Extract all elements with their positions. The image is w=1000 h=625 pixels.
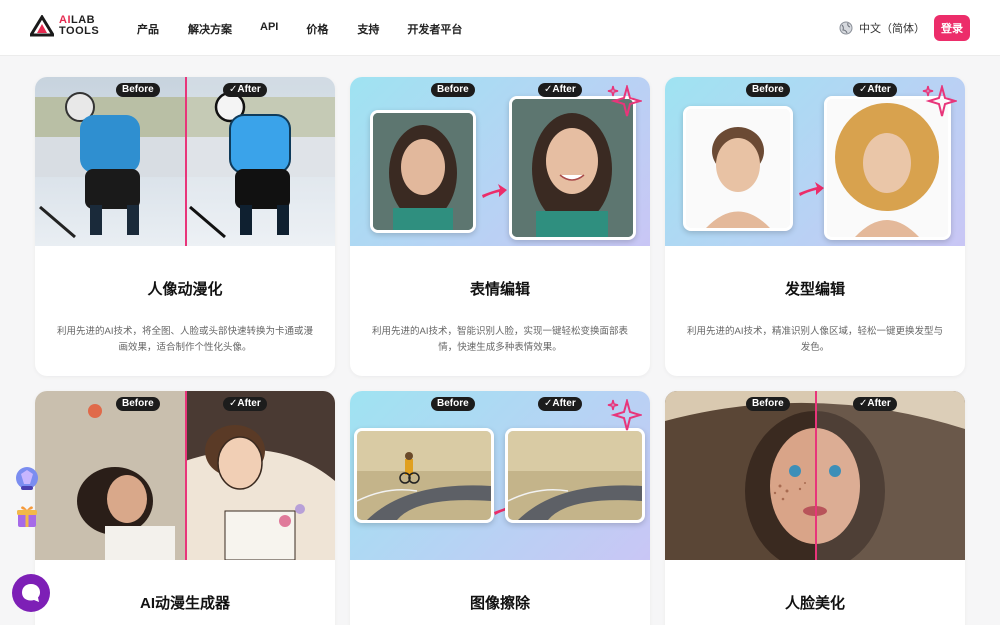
brand-logo[interactable]: AILAB TOOLS xyxy=(30,15,99,37)
gift-button[interactable] xyxy=(12,501,42,531)
comparison-divider[interactable] xyxy=(185,77,187,246)
nav-support[interactable]: 支持 xyxy=(357,21,379,37)
after-badge: ✓After xyxy=(223,83,267,97)
before-badge: Before xyxy=(746,397,790,411)
before-badge: Before xyxy=(431,83,475,97)
card-title: 表情编辑 xyxy=(469,281,530,298)
nav-pricing[interactable]: 价格 xyxy=(306,21,328,37)
nav-solutions[interactable]: 解决方案 xyxy=(188,21,232,37)
before-photo xyxy=(370,110,476,233)
before-photo xyxy=(354,428,494,523)
feature-card-image-erase[interactable]: Before ✓After 图像擦除 xyxy=(350,391,650,625)
sparkle-icon xyxy=(922,85,957,117)
card-description: 利用先进的AI技术，精准识别人像区域，轻松一键更换发型与发色。 xyxy=(687,326,943,353)
woman-face-image xyxy=(373,113,473,230)
sparkle-icon xyxy=(607,399,642,431)
card-title: 人脸美化 xyxy=(784,595,845,612)
card-preview-image: Before ✓After xyxy=(350,391,650,560)
feature-card-portrait-anime[interactable]: Before ✓After 人像动漫化 利用先进的AI技术，将全图、人脸或头部快… xyxy=(35,77,335,376)
card-preview-image: Before ✓After xyxy=(665,77,965,246)
card-preview-image: Before ✓After xyxy=(665,391,965,560)
after-badge: ✓After xyxy=(538,83,582,97)
feature-card-hairstyle-edit[interactable]: Before ✓After 发型编辑 利用先进的AI技术，精准识别人像区域，轻松… xyxy=(665,77,965,376)
comparison-divider[interactable] xyxy=(815,391,817,560)
nav-products[interactable]: 产品 xyxy=(137,21,159,37)
language-label: 中文（简体） xyxy=(859,23,925,35)
short-hair-woman-image xyxy=(686,109,790,228)
after-badge: ✓After xyxy=(538,397,582,411)
after-badge: ✓After xyxy=(223,397,267,411)
before-photo xyxy=(683,106,793,231)
language-selector[interactable]: 中文（简体） xyxy=(839,20,925,36)
arrow-right-icon xyxy=(482,184,507,198)
feature-card-expression-edit[interactable]: Before ✓After 表情编辑 利用先进的AI技术，智能识别人脸，实现一键… xyxy=(350,77,650,376)
empty-road-image xyxy=(508,431,642,520)
card-preview-image: Before ✓After xyxy=(35,77,335,246)
brand-tools: TOOLS xyxy=(59,25,100,37)
nav-developer-platform[interactable]: 开发者平台 xyxy=(407,21,462,37)
card-description: 利用先进的AI技术，将全图、人脸或头部快速转换为卡通或漫画效果，适合制作个性化头… xyxy=(57,326,313,353)
card-preview-image: Before ✓After xyxy=(350,77,650,246)
after-badge: ✓After xyxy=(853,397,897,411)
before-badge: Before xyxy=(116,83,160,97)
card-title: 图像擦除 xyxy=(469,595,530,612)
before-badge: Before xyxy=(116,397,160,411)
card-title: 人像动漫化 xyxy=(147,281,223,298)
before-badge: Before xyxy=(746,83,790,97)
gift-icon xyxy=(17,506,37,527)
before-badge: Before xyxy=(431,397,475,411)
comparison-divider[interactable] xyxy=(185,391,187,560)
chat-button[interactable] xyxy=(12,574,50,612)
card-preview-image: Before ✓After xyxy=(35,391,335,560)
chat-icon xyxy=(22,584,40,602)
sparkle-icon xyxy=(607,85,642,117)
after-badge: ✓After xyxy=(853,83,897,97)
feature-card-ai-anime-generator[interactable]: Before ✓After AI动漫生成器 xyxy=(35,391,335,625)
card-description: 利用先进的AI技术，智能识别人脸，实现一键轻松变换面部表情，快速生成多种表情效果… xyxy=(372,326,628,353)
main-nav: 产品 解决方案 API 价格 支持 开发者平台 xyxy=(137,21,462,37)
curly-blonde-woman-image xyxy=(827,99,948,237)
login-button[interactable]: 登录 xyxy=(934,15,970,41)
brand-logo-mark xyxy=(30,15,54,37)
woman-smiling-image xyxy=(512,99,633,237)
arrow-right-icon xyxy=(799,182,824,196)
nav-api[interactable]: API xyxy=(260,21,278,37)
after-photo xyxy=(505,428,645,523)
crystal-ball-icon xyxy=(16,467,38,490)
globe-icon xyxy=(839,21,853,35)
crystal-ball-button[interactable] xyxy=(12,463,42,493)
feature-card-face-beautify[interactable]: Before ✓After 人脸美化 xyxy=(665,391,965,625)
brand-name: AILAB TOOLS xyxy=(59,15,99,37)
road-cyclist-image xyxy=(357,431,491,520)
card-title: AI动漫生成器 xyxy=(139,595,230,612)
card-title: 发型编辑 xyxy=(784,281,845,298)
top-header: AILAB TOOLS 产品 解决方案 API 价格 支持 开发者平台 中文（简… xyxy=(0,0,1000,56)
